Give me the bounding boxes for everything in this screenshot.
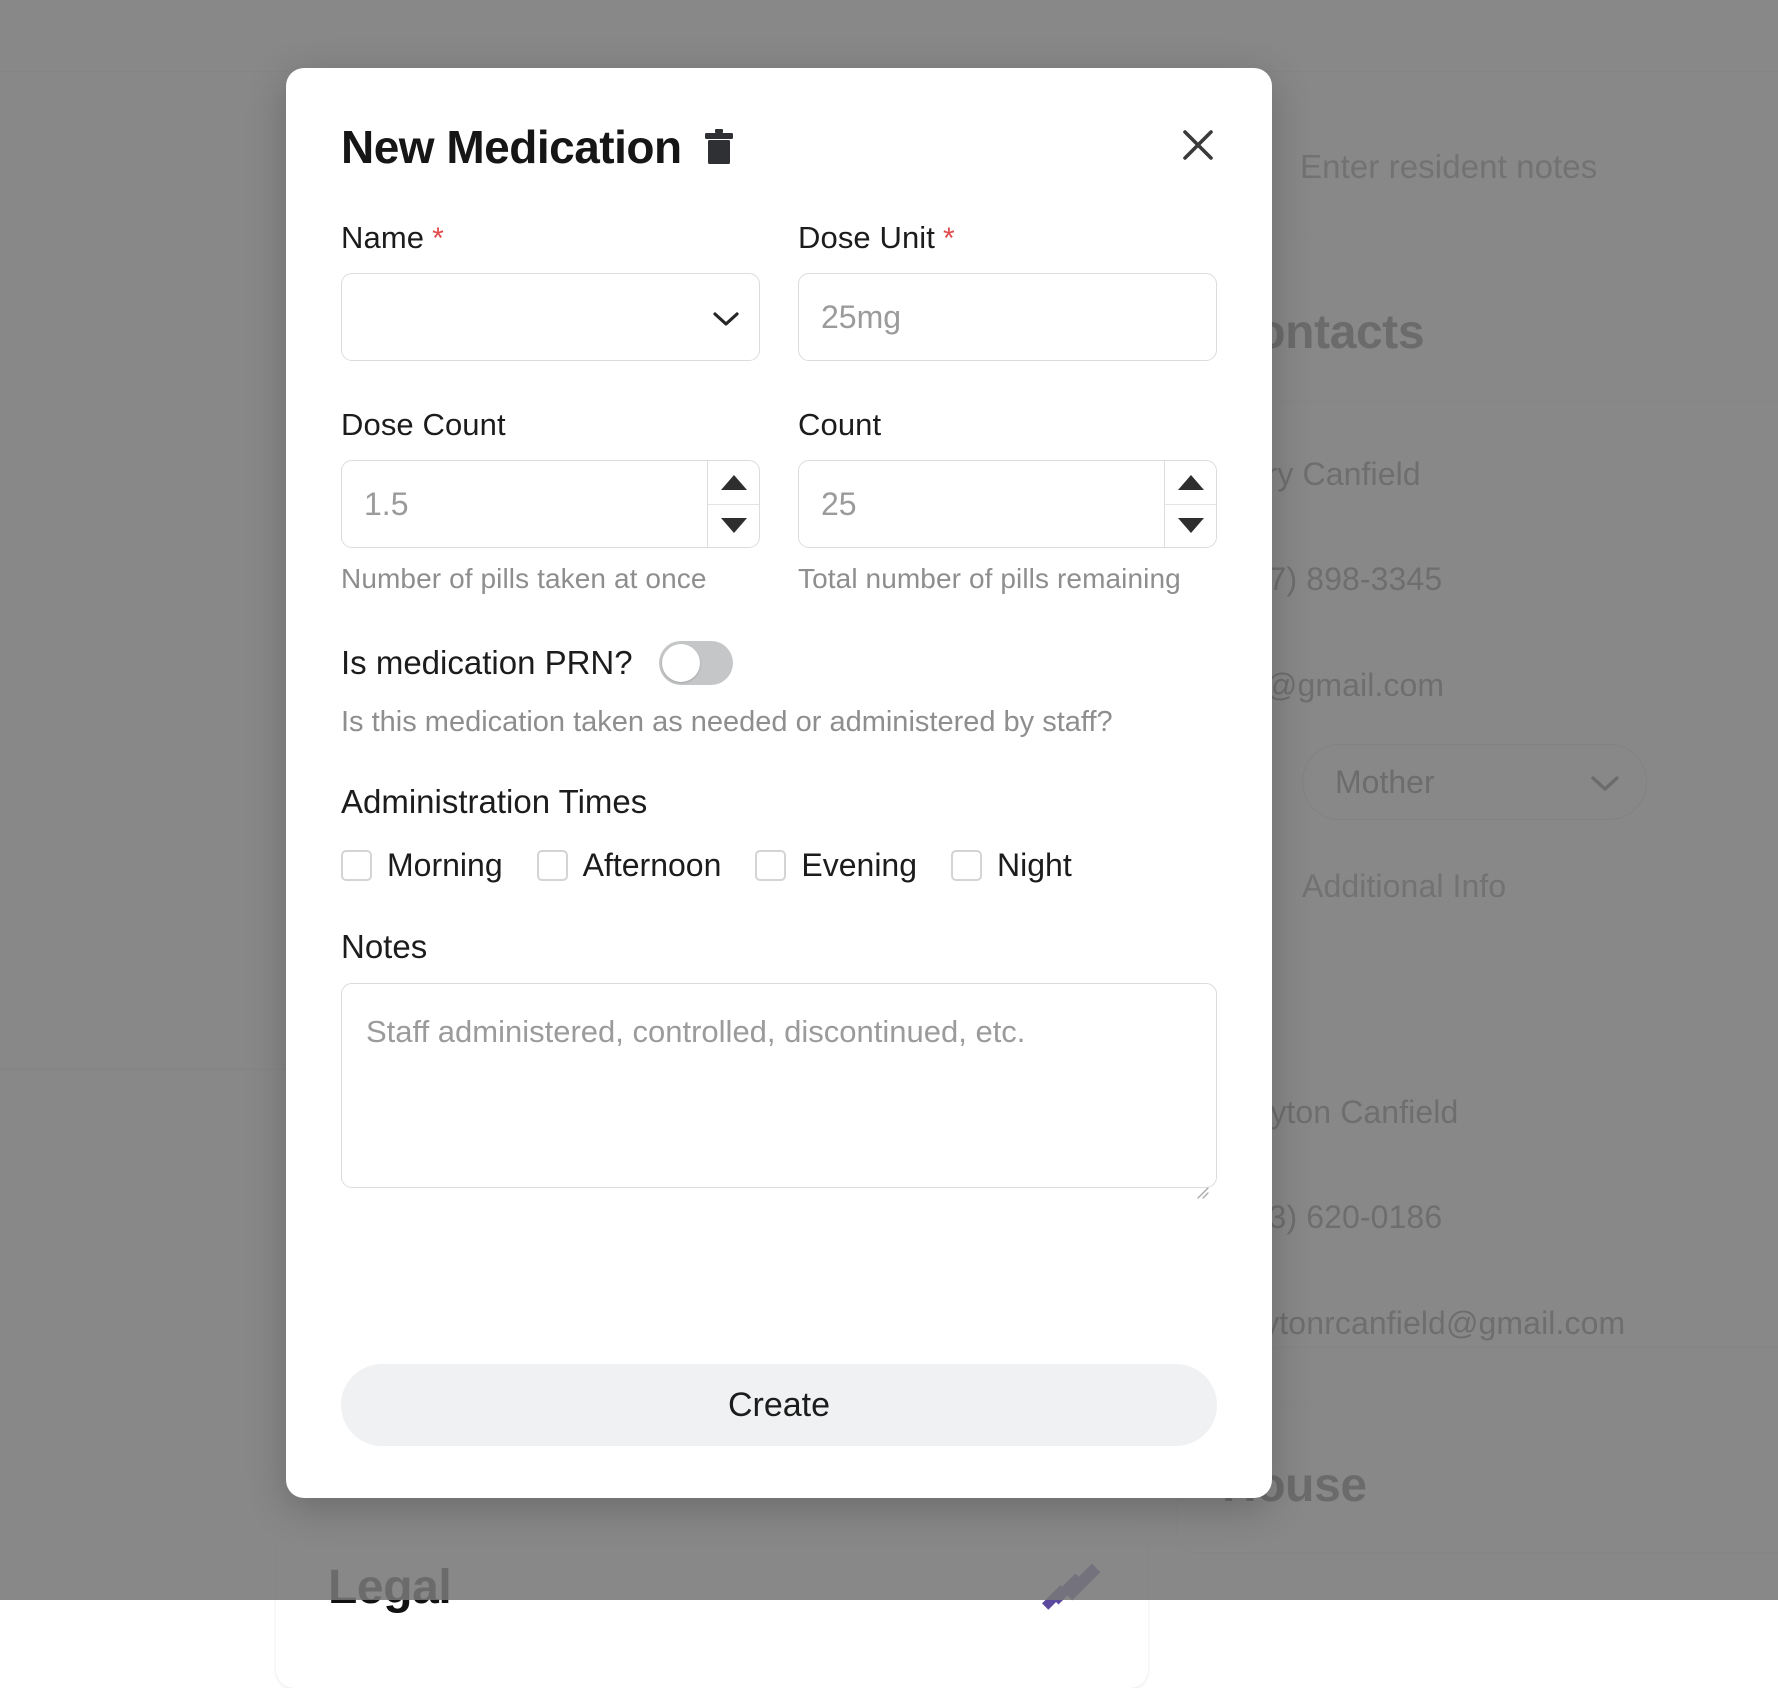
count-stepper[interactable]: 25: [798, 460, 1217, 548]
name-select[interactable]: [341, 273, 760, 361]
dose-count-helper: Number of pills taken at once: [341, 562, 760, 595]
dose-count-decrement-button[interactable]: [708, 504, 759, 548]
checkbox-label: Night: [997, 847, 1072, 884]
notes-textarea[interactable]: Staff administered, controlled, disconti…: [341, 983, 1217, 1188]
notes-placeholder: Staff administered, controlled, disconti…: [366, 1014, 1025, 1049]
dose-count-spinner[interactable]: [707, 461, 759, 547]
new-medication-dialog: New Medication Name *: [286, 68, 1272, 1498]
checkbox-afternoon[interactable]: Afternoon: [537, 847, 722, 884]
count-label-text: Count: [798, 407, 881, 443]
count-spinner[interactable]: [1164, 461, 1216, 547]
prn-label: Is medication PRN?: [341, 644, 633, 682]
checkbox-label: Afternoon: [583, 847, 722, 884]
trash-icon[interactable]: [704, 129, 734, 165]
checkbox-box-icon: [341, 850, 372, 881]
dialog-title: New Medication: [341, 120, 682, 174]
prn-helper: Is this medication taken as needed or ad…: [341, 705, 1217, 739]
count-increment-button[interactable]: [1165, 461, 1216, 504]
prn-toggle-knob: [662, 644, 700, 682]
name-label: Name *: [341, 220, 760, 256]
dose-unit-placeholder: 25mg: [821, 299, 901, 336]
close-icon: [1178, 125, 1218, 165]
administration-times-label: Administration Times: [341, 783, 1217, 821]
checkbox-box-icon: [537, 850, 568, 881]
dialog-header: New Medication: [341, 120, 1217, 174]
count-label: Count: [798, 407, 1217, 443]
resize-handle-icon[interactable]: [1195, 1167, 1209, 1181]
checkbox-label: Evening: [801, 847, 917, 884]
dose-count-label-text: Dose Count: [341, 407, 506, 443]
count-helper: Total number of pills remaining: [798, 562, 1217, 595]
triangle-down-icon: [1178, 518, 1204, 533]
checkbox-night[interactable]: Night: [951, 847, 1072, 884]
triangle-down-icon: [721, 518, 747, 533]
dose-unit-label: Dose Unit *: [798, 220, 1217, 256]
dose-count-stepper[interactable]: 1.5: [341, 460, 760, 548]
required-marker: *: [943, 222, 955, 256]
administration-times-group: Morning Afternoon Evening Night: [341, 847, 1217, 884]
triangle-up-icon: [1178, 475, 1204, 490]
checkbox-box-icon: [755, 850, 786, 881]
dose-unit-input[interactable]: 25mg: [798, 273, 1217, 361]
dose-count-placeholder: 1.5: [342, 461, 707, 547]
checkbox-label: Morning: [387, 847, 503, 884]
name-label-text: Name: [341, 220, 424, 256]
notes-label: Notes: [341, 928, 1217, 966]
dose-count-increment-button[interactable]: [708, 461, 759, 504]
dose-count-label: Dose Count: [341, 407, 760, 443]
count-decrement-button[interactable]: [1165, 504, 1216, 548]
prn-toggle[interactable]: [659, 641, 733, 685]
close-button[interactable]: [1175, 122, 1221, 168]
checkbox-box-icon: [951, 850, 982, 881]
checkbox-evening[interactable]: Evening: [755, 847, 917, 884]
checkbox-morning[interactable]: Morning: [341, 847, 503, 884]
prn-row: Is medication PRN?: [341, 641, 1217, 685]
required-marker: *: [432, 222, 444, 256]
count-placeholder: 25: [799, 461, 1164, 547]
chevron-down-icon: [711, 299, 741, 336]
create-button[interactable]: Create: [341, 1364, 1217, 1446]
triangle-up-icon: [721, 475, 747, 490]
dose-unit-label-text: Dose Unit: [798, 220, 935, 256]
